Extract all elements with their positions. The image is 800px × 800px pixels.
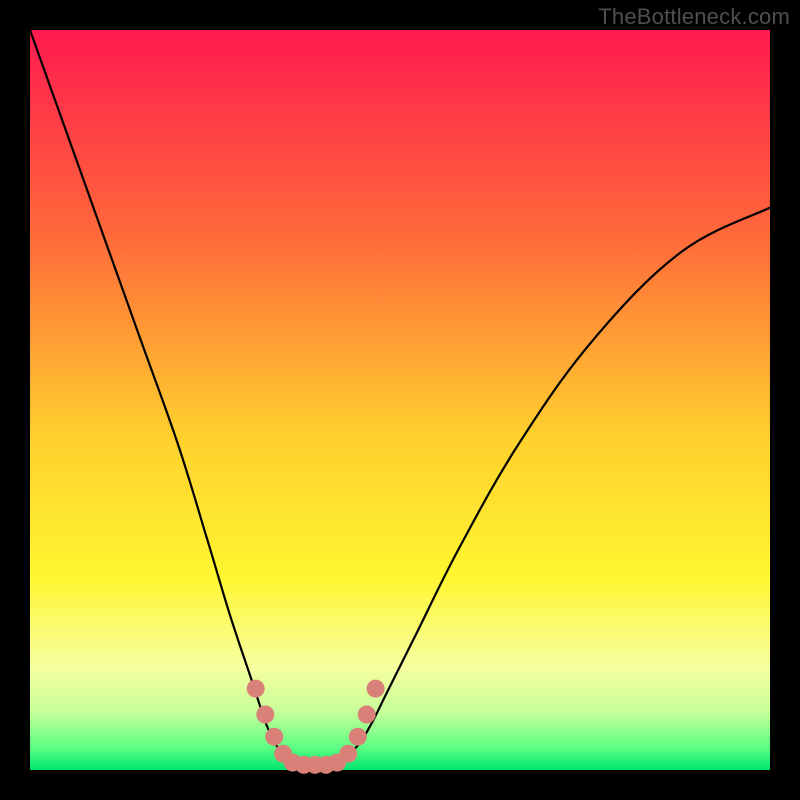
- marker-dot: [358, 706, 376, 724]
- marker-dot: [247, 680, 265, 698]
- marker-dot: [367, 680, 385, 698]
- chart-svg: [0, 0, 800, 800]
- marker-dot: [349, 728, 367, 746]
- marker-dot: [256, 706, 274, 724]
- chart-background: [30, 30, 770, 770]
- watermark-text: TheBottleneck.com: [598, 4, 790, 30]
- marker-dot: [339, 745, 357, 763]
- chart-stage: TheBottleneck.com: [0, 0, 800, 800]
- marker-dot: [265, 728, 283, 746]
